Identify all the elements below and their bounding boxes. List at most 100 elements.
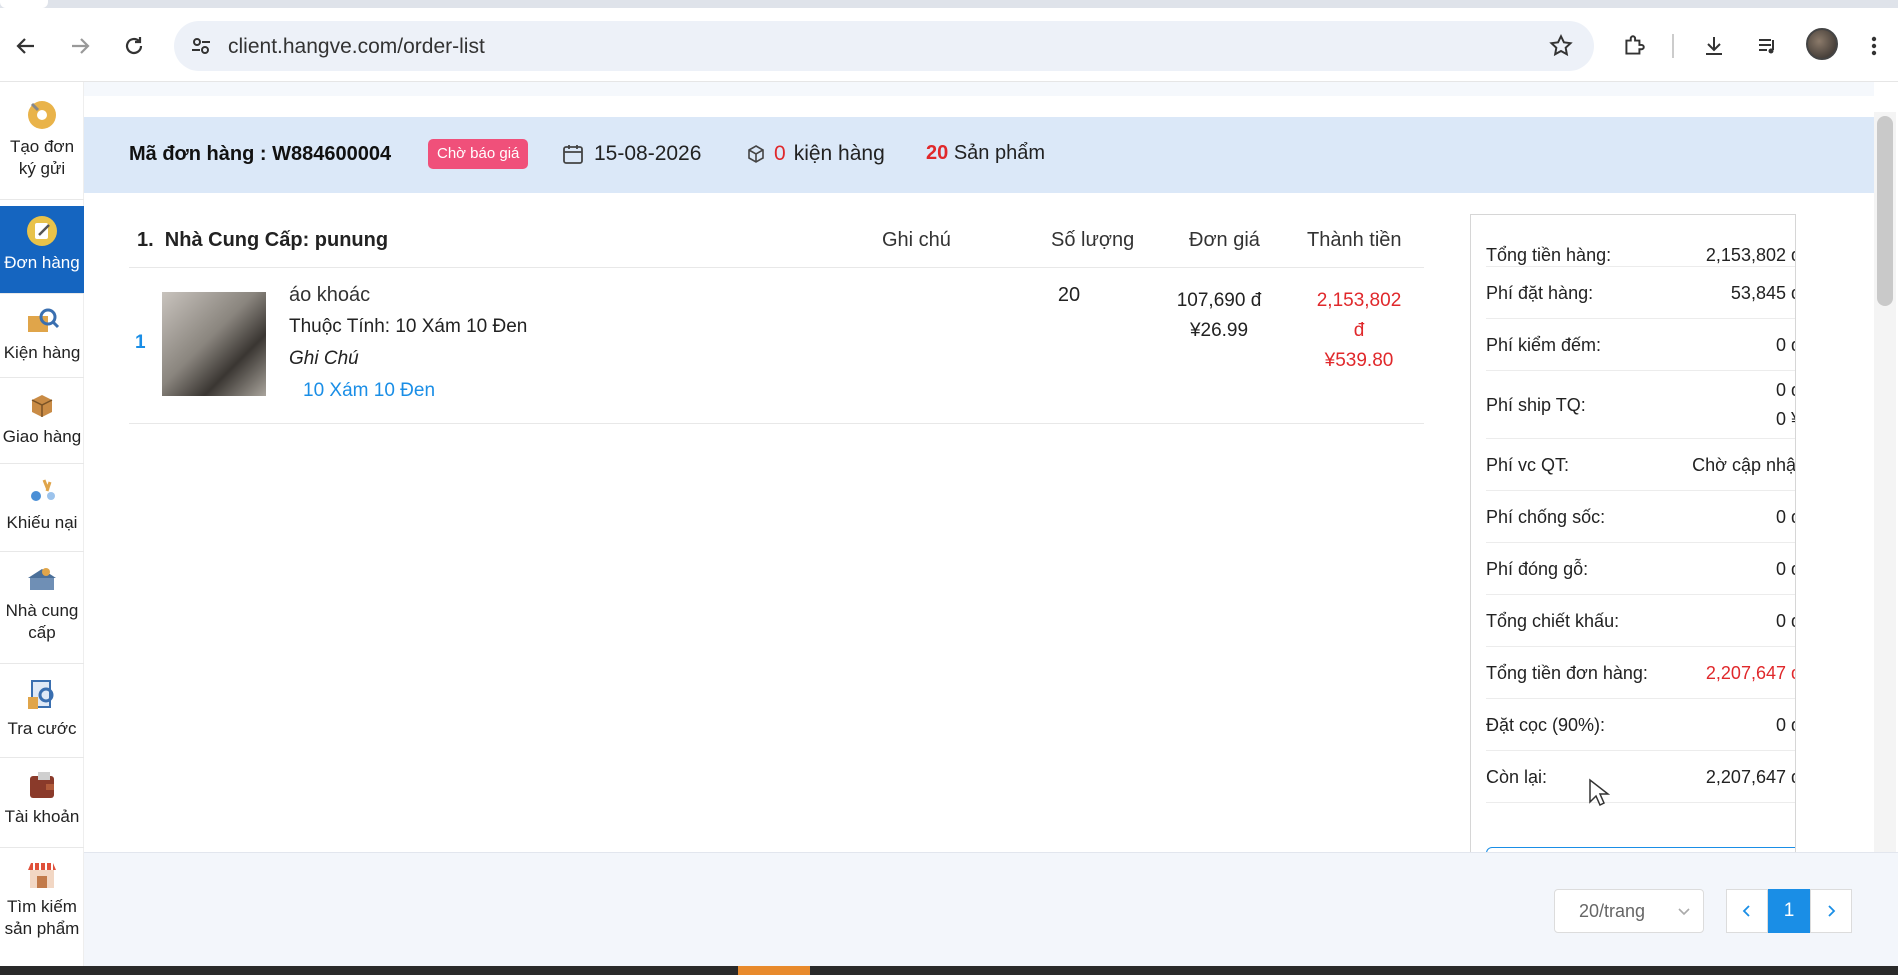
sidebar-label: Đơn hàng — [4, 253, 80, 272]
product-unit-price: 107,690 đ ¥26.99 — [1154, 286, 1284, 346]
sidebar-label: Tra cước — [7, 719, 77, 738]
sidebar-item-delivery[interactable]: Giao hàng — [0, 380, 84, 464]
summary-row-intl-ship: Phí vc QT: Chờ cập nhật — [1486, 439, 1795, 491]
sidebar-item-account[interactable]: Tài khoản — [0, 760, 84, 848]
sidebar-item-product-search[interactable]: Tìm kiếm sản phẩm — [0, 850, 84, 968]
price-cny: ¥26.99 — [1189, 320, 1249, 341]
browser-tab[interactable] — [0, 0, 48, 8]
media-button[interactable] — [1750, 28, 1786, 64]
summary-value: 2,207,647 đ — [1705, 767, 1796, 787]
sidebar-label: Nhà cung — [5, 601, 79, 620]
summary-value: 0 đ — [1775, 380, 1795, 400]
summary-row-count-fee: Phí kiểm đếm: 0 đ — [1486, 319, 1795, 371]
order-packages: 0 kiện hàng — [746, 142, 885, 166]
summary-label: Còn lại: — [1486, 767, 1548, 787]
top-strip — [84, 82, 1874, 96]
summary-value: 0 đ — [1775, 611, 1795, 631]
summary-label: Tổng chiết khấu: — [1486, 611, 1620, 631]
order-code: Mã đơn hàng : W884600004 — [129, 143, 392, 165]
sidebar-label: Tạo đơn — [9, 137, 75, 156]
sidebar: Tạo đơn ký gửi Đơn hàng Kiện hàng Giao h… — [0, 82, 84, 970]
order-summary: Tổng tiền hàng: 2,153,802 đ Phí đặt hàng… — [1470, 214, 1796, 854]
product-name[interactable]: áo khoác — [289, 284, 370, 307]
summary-value: 2,207,647 đ — [1705, 663, 1796, 683]
summary-label: Phí đóng gỗ: — [1486, 559, 1589, 579]
summary-label: Phí kiểm đếm: — [1486, 335, 1602, 355]
reload-button[interactable] — [116, 28, 152, 64]
summary-label: Phí vc QT: — [1486, 455, 1570, 475]
order-detail-panel: Mã đơn hàng : W884600004 Chờ báo giá 15-… — [84, 82, 1874, 854]
edit-icon — [27, 216, 57, 246]
summary-value: 2,153,802 đ — [1705, 245, 1796, 265]
prev-page-button[interactable] — [1726, 889, 1768, 933]
product-total: 2,153,802 đ ¥539.80 — [1294, 286, 1424, 376]
puzzle-icon — [1625, 35, 1645, 55]
summary-row-goods: Tổng tiền hàng: 2,153,802 đ — [1486, 215, 1796, 267]
summary-row-discount: Tổng chiết khấu: 0 đ — [1486, 595, 1795, 647]
total-vnd: 2,153,802 — [1316, 290, 1402, 311]
order-date: 15-08-2026 — [562, 142, 701, 166]
summary-label: Phí đặt hàng: — [1486, 283, 1594, 303]
summary-row-deposit: Đặt cọc (90%): 0 đ — [1486, 699, 1795, 751]
summary-label: Tổng tiền hàng: — [1486, 245, 1612, 265]
sidebar-item-suppliers[interactable]: Nhà cung cấp — [0, 554, 84, 664]
browser-menu-button[interactable] — [1856, 28, 1892, 64]
status-badge: Chờ báo giá — [428, 139, 529, 169]
back-button[interactable] — [8, 28, 44, 64]
sidebar-label: sản phẩm — [4, 919, 80, 938]
total-cny: ¥539.80 — [1324, 350, 1394, 371]
taskbar-strip — [0, 966, 1898, 975]
calendar-icon — [563, 145, 583, 164]
summary-value: 0 đ — [1775, 559, 1795, 579]
next-page-button[interactable] — [1810, 889, 1852, 933]
sidebar-item-complaints[interactable]: Khiếu nại — [0, 466, 84, 552]
header-total: Thành tiền — [1307, 229, 1402, 251]
package-search-icon — [28, 308, 60, 332]
forward-button[interactable] — [62, 28, 98, 64]
packages-label: kiện hàng — [793, 142, 885, 165]
page-1-button[interactable]: 1 — [1768, 889, 1810, 933]
sidebar-item-orders[interactable]: Đơn hàng — [0, 206, 84, 294]
summary-value: 0 đ — [1775, 715, 1795, 735]
summary-label: Tổng tiền đơn hàng: — [1486, 663, 1648, 683]
row-index: 1 — [135, 332, 146, 353]
page-size-select[interactable]: 20/trang — [1554, 889, 1704, 933]
page-size-value: 20/trang — [1579, 901, 1646, 921]
products-label: Sản phẩm — [953, 142, 1045, 164]
summary-row-cn-ship: Phí ship TQ: 0 đ 0 ¥ — [1486, 371, 1795, 439]
pagination-bar: 20/trang 1 — [84, 852, 1898, 970]
chevron-left-icon — [1742, 905, 1750, 917]
product-thumbnail[interactable] — [162, 292, 266, 396]
sidebar-item-packages[interactable]: Kiện hàng — [0, 296, 84, 378]
summary-row-order-total: Tổng tiền đơn hàng: 2,207,647 đ — [1486, 647, 1796, 699]
summary-value: 0 ¥ — [1775, 409, 1795, 429]
price-vnd: 107,690 đ — [1176, 290, 1262, 311]
supplier-icon — [28, 568, 56, 590]
bookmark-star-icon[interactable] — [1548, 33, 1574, 64]
download-icon — [1706, 37, 1722, 55]
shop-icon — [28, 863, 56, 888]
sidebar-label: Khiếu nại — [6, 513, 78, 532]
summary-label: Phí ship TQ: — [1486, 395, 1586, 415]
table-row: 1 áo khoác Thuộc Tính: 10 Xám 10 Đen Ghi… — [129, 268, 1424, 424]
profile-avatar[interactable] — [1806, 28, 1838, 60]
downloads-button[interactable] — [1696, 28, 1732, 64]
cube-icon — [748, 145, 764, 163]
kebab-menu-icon — [1871, 36, 1877, 56]
sidebar-item-fee-lookup[interactable]: Tra cước — [0, 666, 84, 758]
chevron-down-icon — [1678, 908, 1690, 916]
scroll-thumb[interactable] — [1877, 116, 1893, 306]
page-scrollbar[interactable] — [1874, 112, 1896, 852]
back-arrow-icon — [16, 38, 34, 54]
product-note: Ghi Chú — [289, 348, 359, 369]
sidebar-item-create-consignment[interactable]: Tạo đơn ký gửi — [0, 90, 84, 200]
sidebar-label: cấp — [28, 623, 56, 642]
address-bar[interactable]: client.hangve.com/order-list — [174, 21, 1594, 71]
url-text[interactable]: client.hangve.com/order-list — [228, 35, 485, 59]
site-settings-icon[interactable] — [188, 33, 214, 59]
extensions-button[interactable] — [1616, 28, 1652, 64]
sidebar-label: Kiện hàng — [3, 343, 81, 362]
order-header: Mã đơn hàng : W884600004 Chờ báo giá 15-… — [84, 117, 1874, 193]
products-count: 20 — [926, 142, 949, 164]
header-unit-price: Đơn giá — [1189, 229, 1260, 251]
